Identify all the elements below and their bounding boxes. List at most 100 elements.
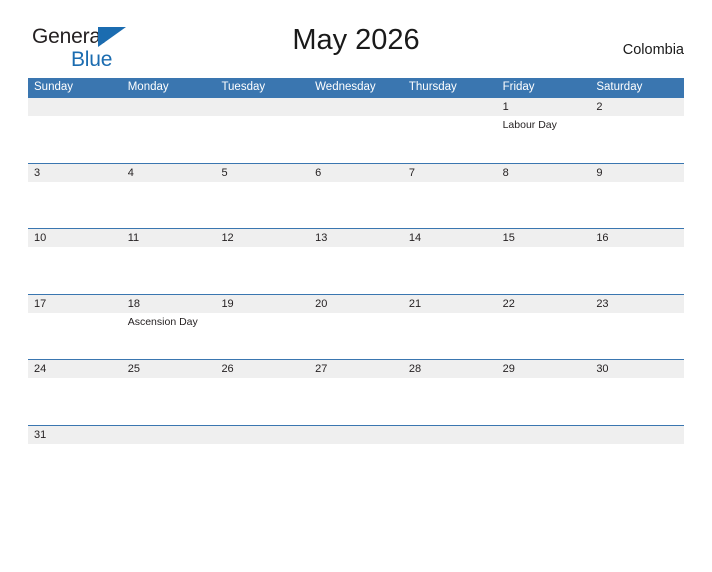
day-number-cell[interactable]: 20 <box>309 295 403 313</box>
day-event-cell <box>28 247 122 293</box>
day-event-cell <box>590 182 684 228</box>
weekday-header-saturday: Saturday <box>596 81 643 93</box>
day-number-cell[interactable]: 10 <box>28 229 122 247</box>
day-number-cell[interactable]: 12 <box>215 229 309 247</box>
day-event-cell <box>497 182 591 228</box>
day-number-cell[interactable]: 13 <box>309 229 403 247</box>
day-number-cell[interactable]: 23 <box>590 295 684 313</box>
day-event-cell <box>309 116 403 162</box>
week-event-band <box>28 378 684 424</box>
week-row: 31 <box>28 424 684 491</box>
day-number-cell[interactable]: 25 <box>122 360 216 378</box>
day-event-cell <box>309 182 403 228</box>
day-number-cell[interactable] <box>215 426 309 444</box>
page-header: General Blue May 2026 Colombia <box>28 22 684 74</box>
day-event-cell <box>122 116 216 162</box>
week-date-band: 24 25 26 27 28 29 30 <box>28 360 684 378</box>
day-number-cell[interactable]: 22 <box>497 295 591 313</box>
weekday-header-row: Sunday Monday Tuesday Wednesday Thursday… <box>28 78 684 97</box>
day-event-cell <box>403 116 497 162</box>
week-row: 10 11 12 13 14 15 16 <box>28 228 684 294</box>
day-number-cell[interactable]: 7 <box>403 164 497 182</box>
week-event-band: Ascension Day <box>28 312 684 359</box>
day-number-cell[interactable]: 29 <box>497 360 591 378</box>
day-number-cell[interactable]: 15 <box>497 229 591 247</box>
weekday-header-sunday: Sunday <box>34 81 74 93</box>
day-event-cell <box>28 116 122 162</box>
day-number-cell[interactable] <box>309 426 403 444</box>
country-label: Colombia <box>622 42 684 58</box>
day-number-cell[interactable] <box>122 98 216 116</box>
weekday-header-tuesday: Tuesday <box>221 81 266 93</box>
day-number-cell[interactable]: 9 <box>590 164 684 182</box>
day-number-cell[interactable]: 14 <box>403 229 497 247</box>
day-number-cell[interactable]: 6 <box>309 164 403 182</box>
day-number-cell[interactable]: 4 <box>122 164 216 182</box>
day-event-cell <box>497 378 591 424</box>
day-number-cell[interactable]: 17 <box>28 295 122 313</box>
day-event-cell <box>215 378 309 424</box>
week-row: 3 4 5 6 7 8 9 <box>28 162 684 229</box>
week-row: 24 25 26 27 28 29 30 <box>28 359 684 425</box>
day-number-cell[interactable]: 16 <box>590 229 684 247</box>
day-event-cell <box>309 313 403 359</box>
day-event-cell: Labour Day <box>502 119 557 131</box>
day-event-cell <box>497 247 591 293</box>
weekday-header-thursday: Thursday <box>408 81 457 93</box>
day-number-cell[interactable]: 31 <box>28 426 122 444</box>
day-number-cell[interactable]: 3 <box>28 164 122 182</box>
day-event-cell <box>403 313 497 359</box>
day-event-cell <box>122 247 216 293</box>
day-event-cell <box>215 182 309 228</box>
day-number-cell[interactable]: 28 <box>403 360 497 378</box>
day-number-cell[interactable]: 27 <box>309 360 403 378</box>
week-event-band <box>28 443 684 490</box>
day-number-cell[interactable] <box>497 426 591 444</box>
day-number-cell[interactable]: 11 <box>122 229 216 247</box>
day-event-cell <box>497 444 591 490</box>
day-event-cell <box>403 182 497 228</box>
day-number-cell[interactable] <box>28 98 122 116</box>
week-row: 17 18 19 20 21 22 23 Ascension Day <box>28 293 684 360</box>
weekday-header-monday: Monday <box>127 81 169 93</box>
day-event-cell <box>28 182 122 228</box>
week-date-band: 3 4 5 6 7 8 9 <box>28 163 684 182</box>
day-event-cell <box>590 116 684 162</box>
week-date-band: 17 18 19 20 21 22 23 <box>28 294 684 313</box>
day-event-cell <box>309 378 403 424</box>
day-event-cell <box>215 247 309 293</box>
week-row: 1 2 Labour Day <box>28 97 684 163</box>
day-event-cell <box>590 444 684 490</box>
day-event-cell <box>122 182 216 228</box>
day-number-cell[interactable] <box>590 426 684 444</box>
weekday-header-friday: Friday <box>502 81 535 93</box>
week-event-band: Labour Day <box>28 116 684 162</box>
day-event-cell <box>309 444 403 490</box>
day-number-cell[interactable]: 21 <box>403 295 497 313</box>
day-number-cell[interactable]: 24 <box>28 360 122 378</box>
day-number-cell[interactable] <box>215 98 309 116</box>
day-event-cell <box>215 313 309 359</box>
weekday-header-wednesday: Wednesday <box>315 81 376 93</box>
day-event-cell <box>309 247 403 293</box>
week-event-band <box>28 181 684 228</box>
page-title: May 2026 <box>292 24 420 56</box>
day-number-cell[interactable] <box>122 426 216 444</box>
day-number-cell[interactable] <box>309 98 403 116</box>
day-number-cell[interactable]: 5 <box>215 164 309 182</box>
day-number-cell[interactable]: 8 <box>497 164 591 182</box>
calendar-grid: Sunday Monday Tuesday Wednesday Thursday… <box>28 78 684 490</box>
day-number-cell[interactable] <box>403 98 497 116</box>
day-number-cell[interactable]: 19 <box>215 295 309 313</box>
day-number-cell[interactable] <box>403 426 497 444</box>
day-number-cell[interactable]: 1 <box>497 98 591 116</box>
day-number-cell[interactable]: 26 <box>215 360 309 378</box>
week-date-band: 1 2 <box>28 98 684 116</box>
day-number-cell[interactable]: 30 <box>590 360 684 378</box>
day-event-cell <box>28 313 122 359</box>
day-number-cell[interactable]: 18 <box>122 295 216 313</box>
week-date-band: 10 11 12 13 14 15 16 <box>28 229 684 247</box>
day-event-cell <box>590 378 684 424</box>
day-event-cell <box>122 378 216 424</box>
day-number-cell[interactable]: 2 <box>590 98 684 116</box>
